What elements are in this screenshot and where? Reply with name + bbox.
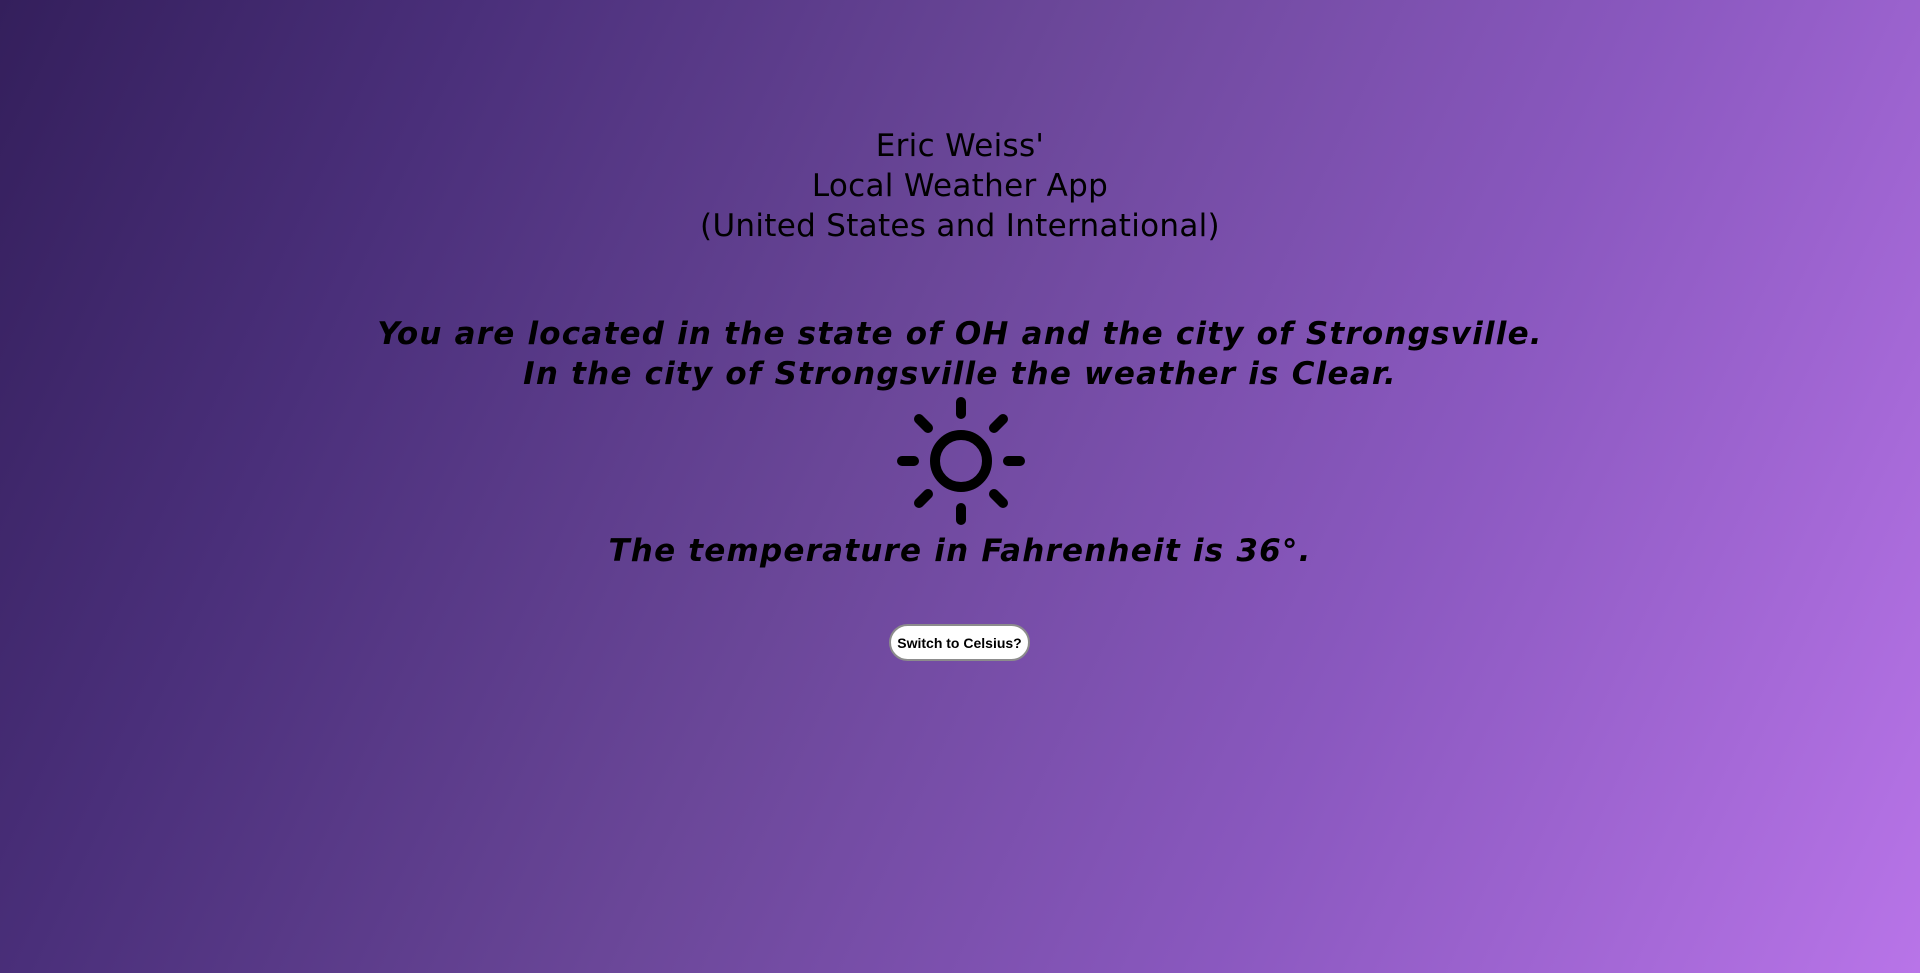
header-app-title: Local Weather App — [811, 168, 1109, 204]
switch-to-celsius-button[interactable]: Switch to Celsius? — [889, 624, 1030, 661]
header-scope: (United States and International) — [700, 208, 1220, 244]
app-header: Eric Weiss' Local Weather App (United St… — [0, 126, 1920, 246]
weather-condition-text: In the city of Strongsville the weather … — [523, 356, 1397, 392]
location-text: You are located in the state of OH and t… — [377, 316, 1543, 352]
header-author: Eric Weiss' — [875, 128, 1045, 164]
sun-icon — [897, 397, 1025, 525]
temperature-text: The temperature in Fahrenheit is 36°. — [608, 533, 1312, 569]
